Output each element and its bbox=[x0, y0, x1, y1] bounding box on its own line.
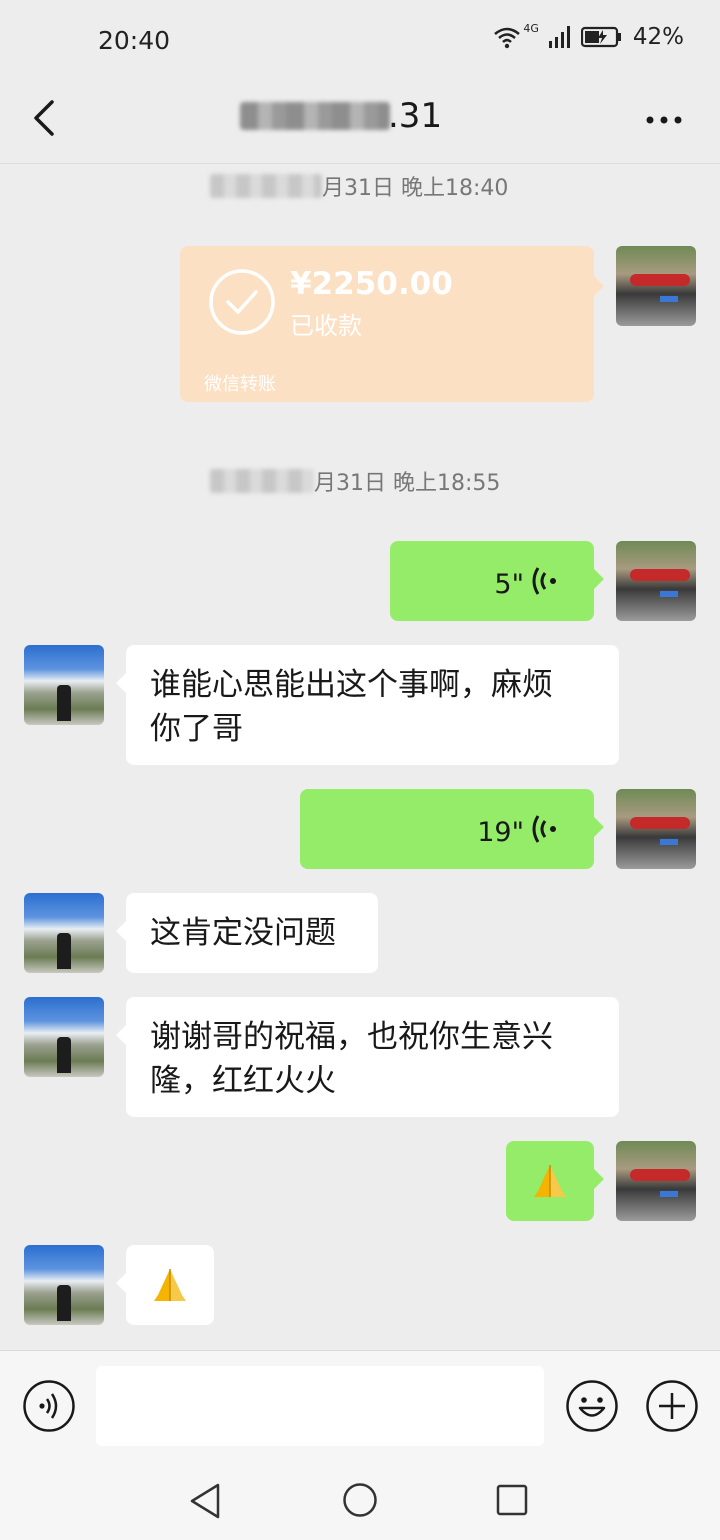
network-type-label: 4G bbox=[523, 21, 539, 35]
contact-avatar[interactable] bbox=[24, 893, 104, 973]
status-bar: 20:40 4G 42% bbox=[0, 0, 720, 84]
transfer-status: 已收款 bbox=[290, 312, 362, 340]
system-navigation-bar bbox=[0, 1462, 720, 1540]
voice-message-bubble[interactable]: 19" bbox=[300, 789, 604, 869]
emoji-picker-icon[interactable] bbox=[565, 1379, 619, 1433]
text-message-bubble[interactable]: 这肯定没问题 bbox=[116, 893, 378, 973]
message-text-line: 谢谢哥的祝福，也祝你生意兴 bbox=[150, 1019, 553, 1055]
message-text-line: 谁能心思能出这个事啊，麻烦 bbox=[150, 667, 553, 703]
contact-avatar[interactable] bbox=[24, 997, 104, 1077]
voice-input-toggle-icon[interactable] bbox=[22, 1379, 76, 1433]
message-input-bar bbox=[0, 1350, 720, 1462]
chat-title: .31 bbox=[388, 96, 443, 136]
message-text-line: 隆，红红火火 bbox=[150, 1063, 336, 1099]
message-input[interactable] bbox=[96, 1366, 544, 1446]
nav-home-circle-icon[interactable] bbox=[342, 1482, 378, 1518]
transfer-amount: ¥2250.00 bbox=[290, 266, 453, 302]
nav-recent-apps-square-icon[interactable] bbox=[496, 1484, 528, 1516]
voice-wave-icon bbox=[532, 567, 556, 595]
contact-avatar[interactable] bbox=[24, 645, 104, 725]
more-options-icon[interactable] bbox=[644, 114, 684, 126]
my-avatar[interactable] bbox=[616, 246, 696, 326]
nav-back-triangle-icon[interactable] bbox=[188, 1482, 222, 1520]
redacted-date-blur bbox=[210, 174, 322, 198]
my-avatar[interactable] bbox=[616, 789, 696, 869]
signal-icon bbox=[548, 26, 570, 48]
voice-duration: 19" bbox=[477, 817, 524, 848]
folded-hands-emoji-icon bbox=[154, 1269, 186, 1301]
battery-icon bbox=[580, 26, 621, 48]
voice-duration: 5" bbox=[494, 569, 524, 600]
folded-hands-emoji-icon bbox=[534, 1165, 566, 1197]
message-timestamp: 月31日 晚上18:55 bbox=[210, 465, 510, 499]
battery-percent: 42% bbox=[632, 24, 684, 50]
chat-header: .31 bbox=[0, 84, 720, 164]
emoji-message-bubble[interactable] bbox=[116, 1245, 214, 1325]
transfer-card[interactable]: ¥2250.00 已收款 微信转账 bbox=[180, 246, 604, 402]
more-functions-plus-icon[interactable] bbox=[645, 1379, 699, 1433]
my-avatar[interactable] bbox=[616, 541, 696, 621]
message-text-line: 这肯定没问题 bbox=[150, 915, 336, 951]
back-arrow-icon[interactable] bbox=[28, 98, 60, 138]
text-message-bubble[interactable]: 谢谢哥的祝福，也祝你生意兴 隆，红红火火 bbox=[116, 997, 619, 1117]
emoji-message-bubble[interactable] bbox=[506, 1141, 604, 1221]
voice-wave-icon bbox=[532, 815, 556, 843]
redacted-title-blur bbox=[240, 102, 390, 130]
transfer-footer-label: 微信转账 bbox=[204, 374, 276, 395]
timestamp-text: 月31日 晚上18:40 bbox=[322, 176, 509, 201]
status-time: 20:40 bbox=[98, 26, 171, 55]
redacted-date-blur bbox=[210, 469, 314, 493]
timestamp-text: 月31日 晚上18:55 bbox=[314, 471, 501, 496]
voice-message-bubble[interactable]: 5" bbox=[390, 541, 604, 621]
message-text-line: 你了哥 bbox=[150, 711, 243, 747]
wifi-icon bbox=[494, 27, 521, 49]
contact-avatar[interactable] bbox=[24, 1245, 104, 1325]
text-message-bubble[interactable]: 谁能心思能出这个事啊，麻烦 你了哥 bbox=[116, 645, 619, 765]
status-icons: 4G 42% bbox=[493, 21, 684, 50]
my-avatar[interactable] bbox=[616, 1141, 696, 1221]
message-timestamp: 月31日 晚上18:40 bbox=[210, 170, 510, 204]
received-check-icon bbox=[209, 269, 275, 335]
